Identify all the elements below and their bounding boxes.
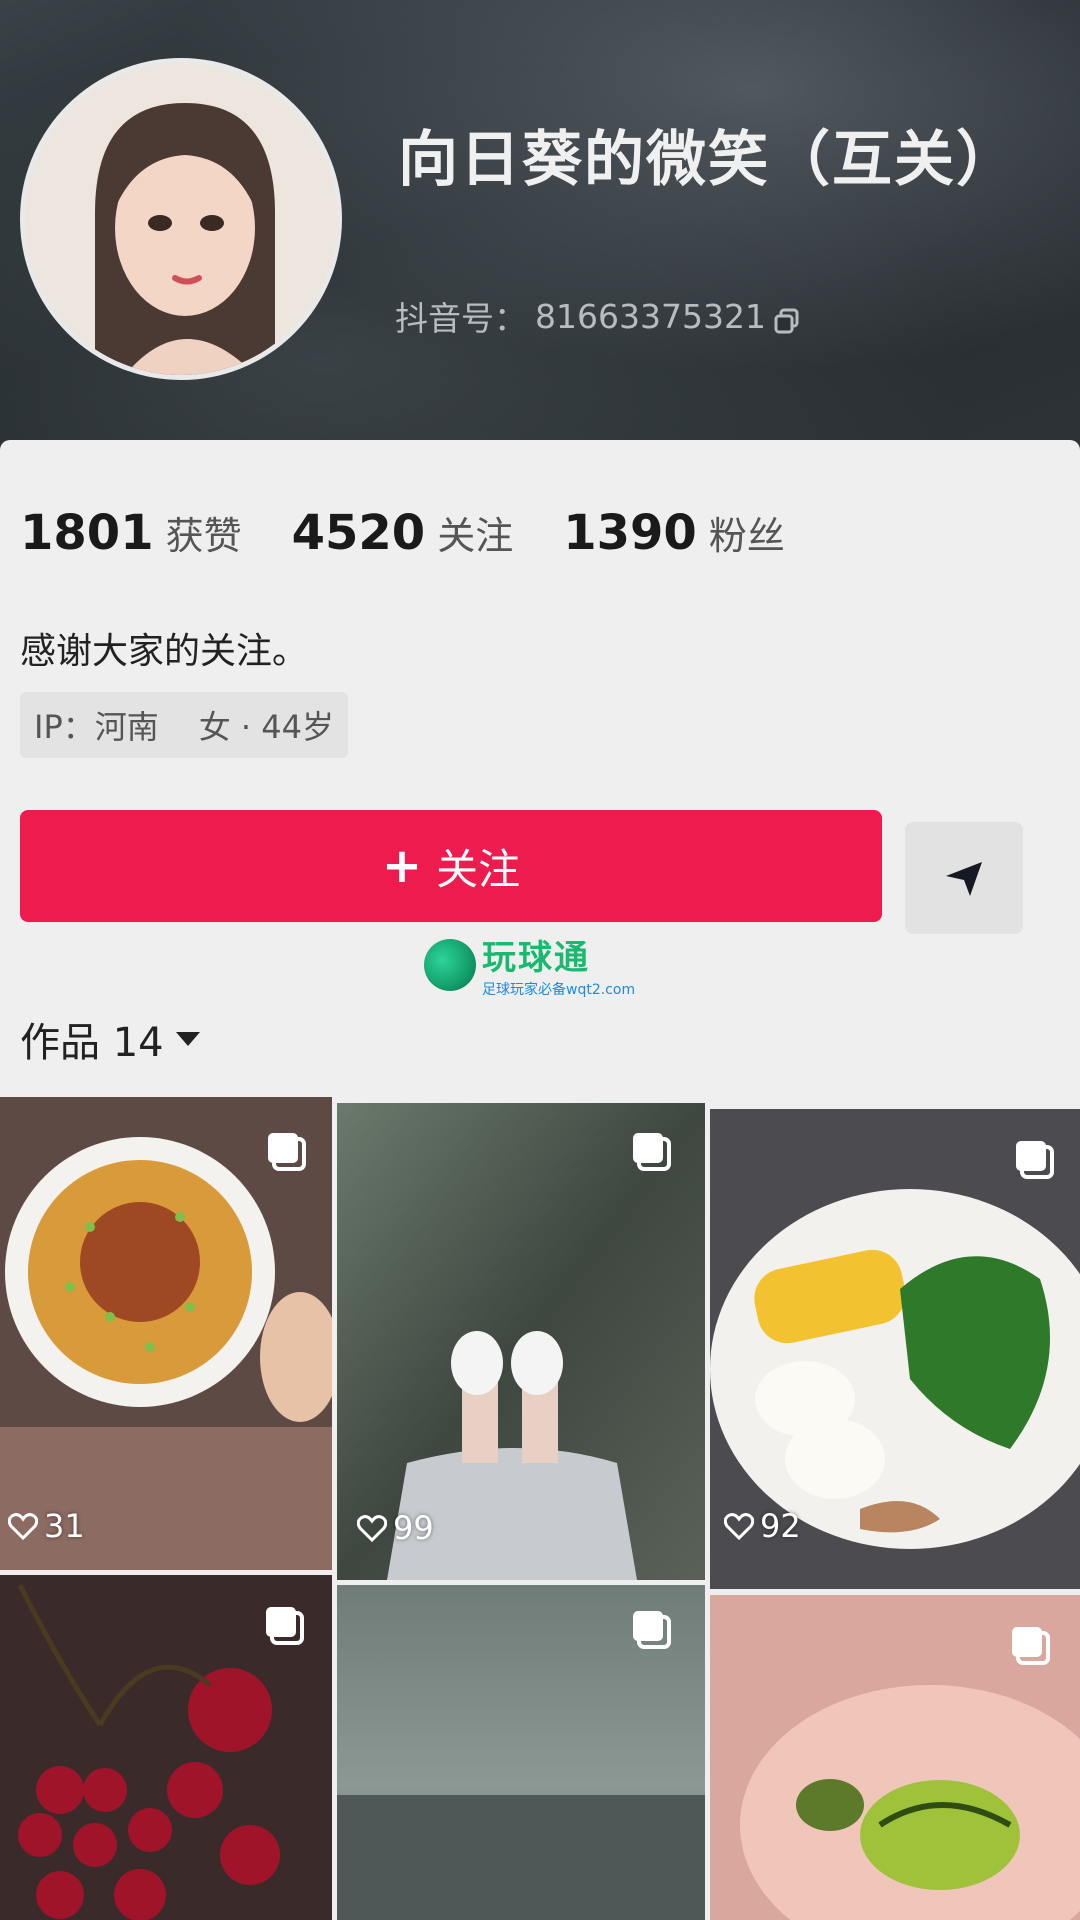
- watermark-subtitle: 足球玩家必备wqt2.com: [482, 982, 636, 998]
- multi-image-icon: [266, 1607, 304, 1645]
- heart-icon: [357, 1515, 387, 1542]
- works-tab[interactable]: 作品 14: [20, 1010, 200, 1068]
- douyin-id-value: 81663375321: [535, 296, 766, 336]
- bio: 感谢大家的关注。: [20, 631, 309, 672]
- douyin-id-row: 抖音号： 81663375321: [395, 292, 800, 340]
- nickname: 向日葵的微笑（互关）: [398, 125, 1018, 195]
- avatar[interactable]: [20, 58, 342, 380]
- stat-followers-value: 1390: [563, 505, 697, 561]
- douyin-id-label: 抖音号：: [395, 299, 527, 338]
- heart-icon: [724, 1513, 754, 1540]
- send-message-button[interactable]: [905, 822, 1023, 934]
- stat-following-value: 4520: [291, 505, 426, 561]
- caret-down-icon: [175, 1032, 200, 1046]
- watermark-logo-icon: [424, 938, 476, 991]
- like-count: 31: [8, 1507, 85, 1545]
- gender-age: 女 · 44岁: [198, 708, 334, 746]
- post-tile[interactable]: [710, 1595, 1080, 1920]
- plus-icon: +: [381, 838, 423, 894]
- multi-image-icon: [633, 1611, 671, 1649]
- copy-icon[interactable]: [774, 303, 800, 334]
- watermark: 玩球通 足球玩家必备wqt2.com: [424, 930, 635, 999]
- like-count-value: 31: [44, 1507, 85, 1545]
- stat-likes-value: 1801: [20, 505, 154, 561]
- post-tile[interactable]: 31: [0, 1097, 332, 1570]
- follow-button-label: 关注: [436, 844, 521, 894]
- works-tab-label: 作品 14: [20, 1020, 164, 1066]
- post-tile[interactable]: 99: [337, 1103, 705, 1580]
- stat-following[interactable]: 4520 关注: [292, 505, 514, 561]
- multi-image-icon: [633, 1133, 671, 1171]
- like-count: 99: [357, 1509, 434, 1547]
- multi-image-icon: [1012, 1627, 1050, 1665]
- stats-row: 1801 获赞 4520 关注 1390 粉丝: [20, 505, 835, 561]
- post-tile[interactable]: 92: [710, 1109, 1080, 1589]
- info-tag: IP：河南 女 · 44岁: [20, 692, 348, 758]
- avatar-portrait-illustration: [25, 63, 337, 375]
- multi-image-icon: [268, 1133, 306, 1171]
- ip-location: IP：河南: [34, 708, 159, 746]
- send-icon: [946, 862, 982, 896]
- like-count-value: 92: [760, 1507, 801, 1545]
- post-tile[interactable]: [337, 1585, 705, 1920]
- follow-button[interactable]: + 关注: [20, 810, 882, 922]
- stat-followers[interactable]: 1390 粉丝: [563, 505, 785, 561]
- watermark-title: 玩球通: [482, 938, 590, 978]
- profile-tags: IP：河南 女 · 44岁: [20, 692, 348, 758]
- stat-likes-label: 获赞: [165, 514, 242, 558]
- stat-likes[interactable]: 1801 获赞: [20, 505, 242, 561]
- post-tile[interactable]: [0, 1575, 332, 1920]
- stat-followers-label: 粉丝: [708, 514, 785, 558]
- like-count-value: 99: [393, 1509, 434, 1547]
- multi-image-icon: [1016, 1141, 1054, 1179]
- like-count: 92: [724, 1507, 801, 1545]
- stat-following-label: 关注: [437, 514, 514, 558]
- heart-icon: [8, 1513, 38, 1540]
